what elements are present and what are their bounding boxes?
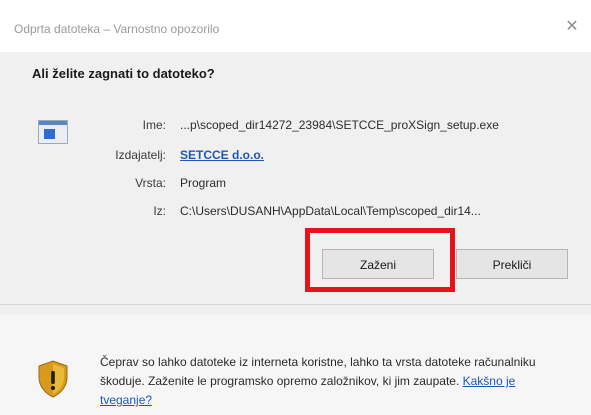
red-highlight-box [305, 228, 455, 292]
type-label: Vrsta: [135, 176, 166, 190]
name-value: ...p\scoped_dir14272_23984\SETCCE_proXSi… [180, 118, 499, 132]
window-title: Odprta datoteka – Varnostno opozorilo [14, 22, 220, 36]
warning-message: Čeprav so lahko datoteke iz interneta ko… [100, 353, 570, 410]
security-shield-warning-icon [38, 360, 68, 398]
file-icon-window [44, 129, 55, 139]
cancel-button[interactable]: Prekliči [456, 249, 568, 279]
warning-panel: Čeprav so lahko datoteke iz interneta ko… [0, 315, 591, 415]
publisher-link[interactable]: SETCCE d.o.o. [180, 148, 264, 162]
title-bar: Odprta datoteka – Varnostno opozorilo ✕ [0, 0, 591, 52]
warning-footer: Čeprav so lahko datoteke iz interneta ko… [0, 304, 591, 415]
from-label: Iz: [153, 204, 166, 218]
dialog-body: Ali želite zagnati to datoteko? Ime: ...… [0, 52, 591, 304]
type-value: Program [180, 176, 227, 190]
from-value: C:\Users\DUSANH\AppData\Local\Temp\scope… [180, 204, 481, 218]
run-question: Ali želite zagnati to datoteko? [32, 66, 215, 81]
close-icon[interactable]: ✕ [558, 14, 586, 40]
file-icon-titlebar [39, 121, 67, 125]
program-file-icon [38, 120, 68, 144]
name-label: Ime: [142, 118, 166, 132]
publisher-label: Izdajatelj: [115, 148, 166, 162]
